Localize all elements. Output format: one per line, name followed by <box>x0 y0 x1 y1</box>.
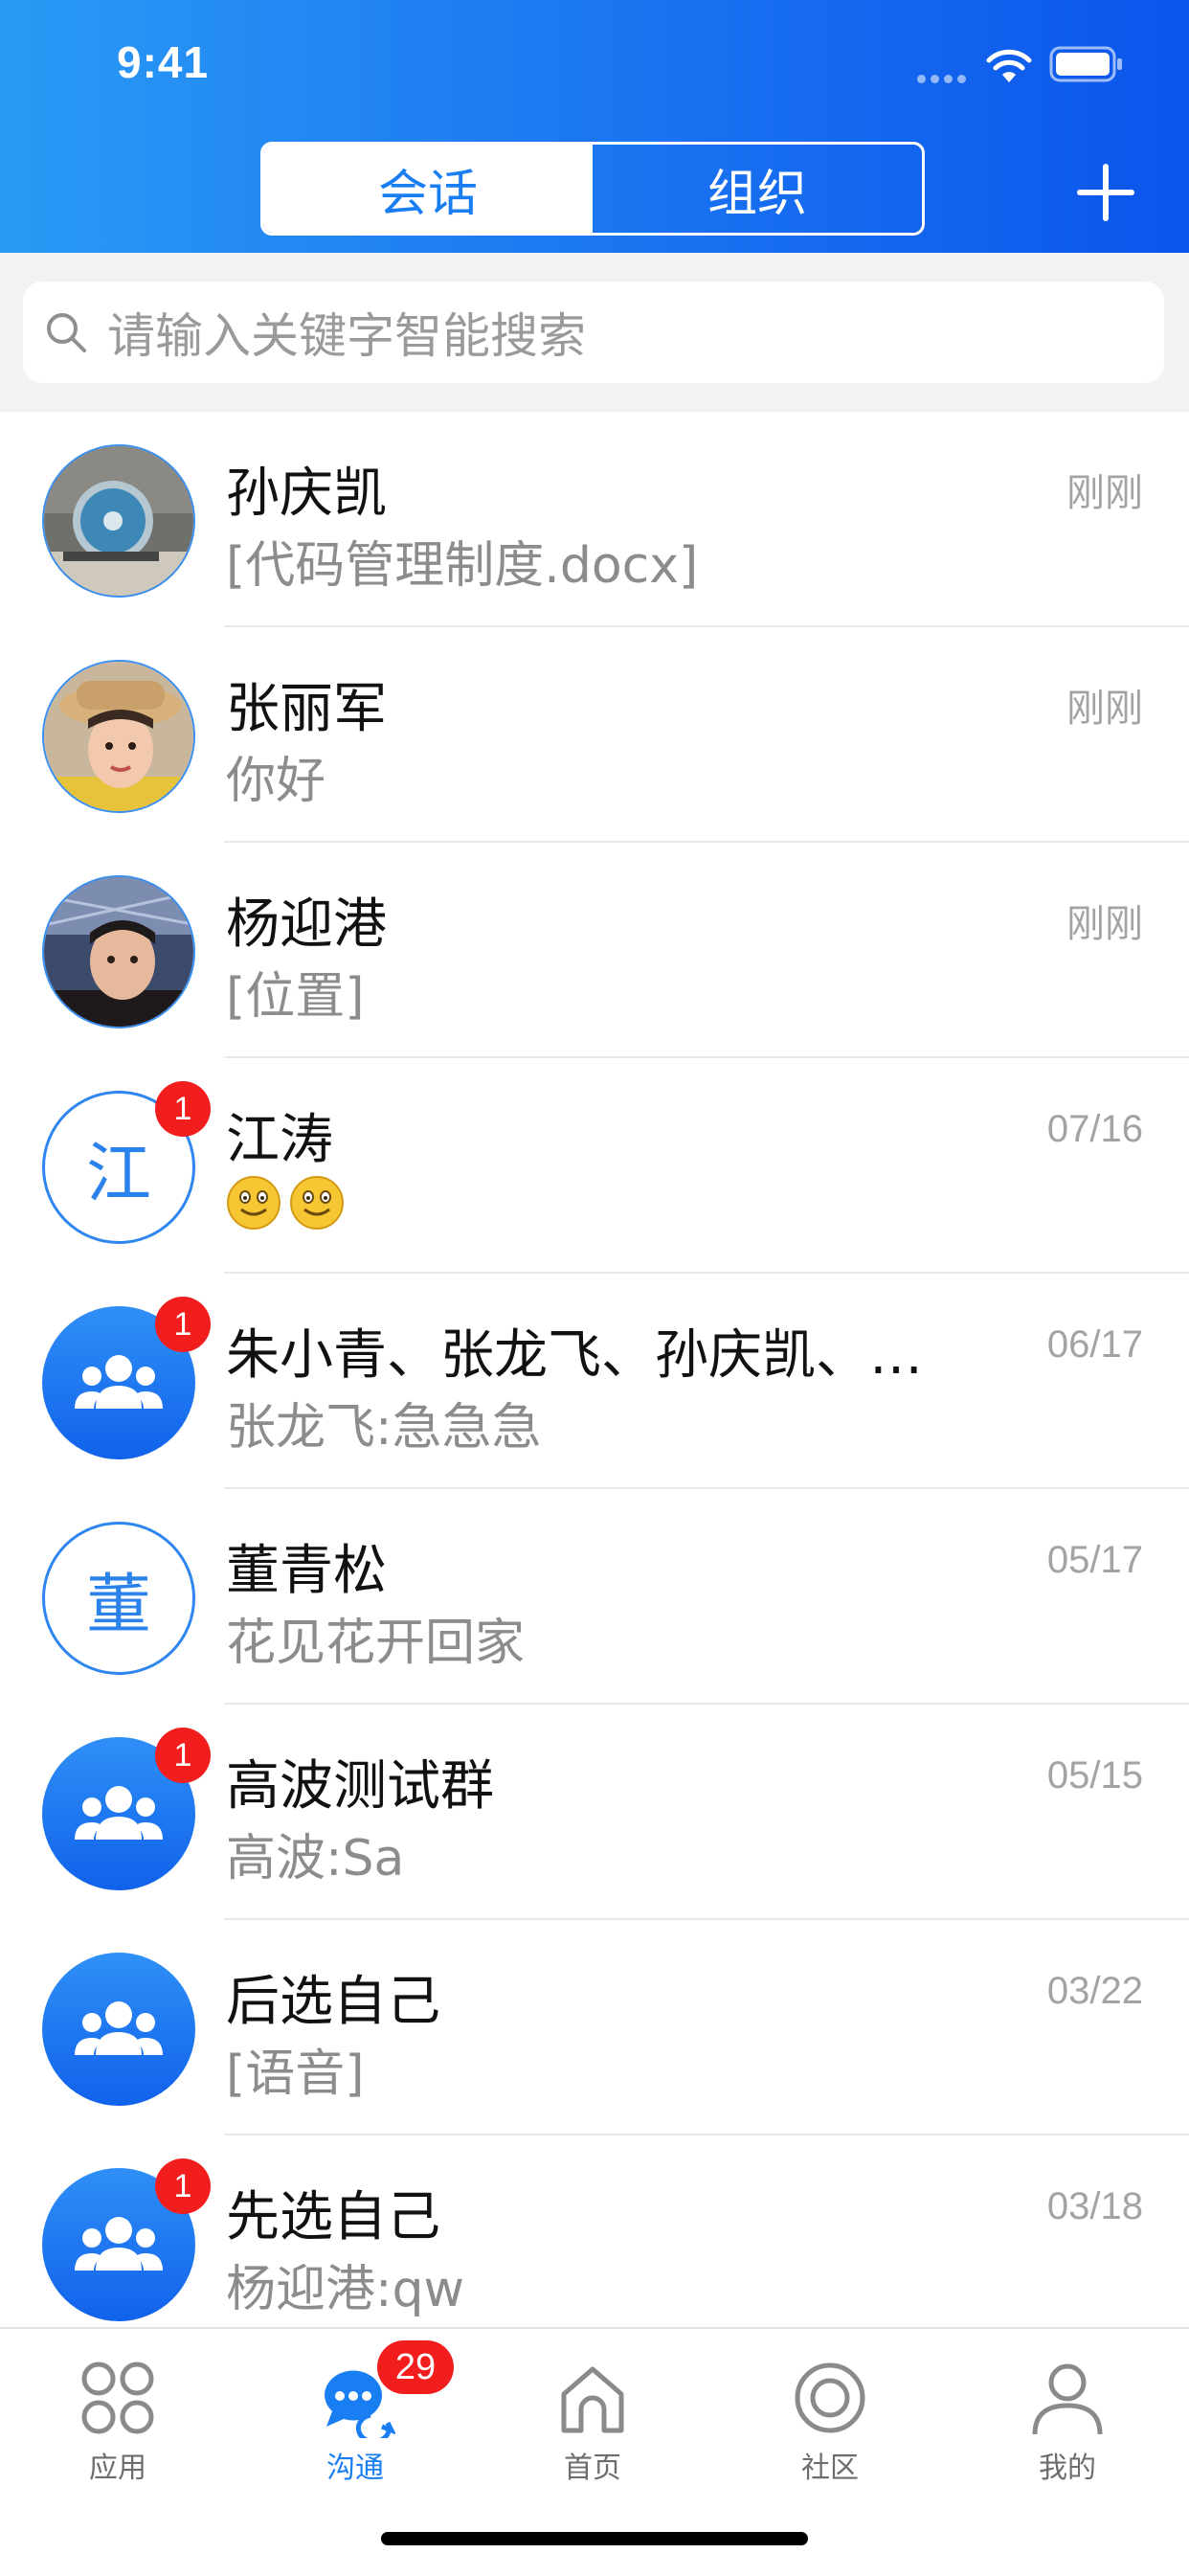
home-indicator <box>381 2532 808 2545</box>
search-input[interactable]: 请输入关键字智能搜索 <box>23 282 1164 383</box>
list-item[interactable]: 张丽军 你好 刚刚 <box>0 627 1189 843</box>
home-icon <box>561 2366 624 2433</box>
conversation-preview: 花见花开回家 <box>226 1615 526 1672</box>
apps-icon <box>81 2361 154 2434</box>
list-item[interactable]: 后选自己 [语音] 03/22 <box>0 1920 1189 2135</box>
avatar: 董 <box>42 1522 195 1675</box>
unread-badge: 1 <box>155 2158 211 2214</box>
conversation-name: 杨迎港 <box>226 893 387 956</box>
conversation-preview <box>226 1171 352 1231</box>
tab-label: 沟通 <box>326 2452 384 2485</box>
conversation-time: 03/22 <box>1046 1970 1143 2012</box>
unread-count-badge: 29 <box>377 2340 454 2394</box>
list-item[interactable]: 杨迎港 [位置] 刚刚 <box>0 843 1189 1058</box>
conversation-time: 05/17 <box>1046 1539 1143 1581</box>
segmented-control: 会话 组织 <box>260 142 925 236</box>
community-icon <box>795 2362 865 2433</box>
conversation-time: 03/18 <box>1046 2185 1143 2227</box>
tab-label: 应用 <box>89 2452 146 2485</box>
tab-community[interactable]: 社区 <box>753 2358 907 2486</box>
search-placeholder: 请输入关键字智能搜索 <box>107 308 586 364</box>
group-avatar-icon <box>42 1953 195 2106</box>
unread-badge: 1 <box>155 1081 211 1137</box>
search-area: 请输入关键字智能搜索 <box>0 253 1189 412</box>
conversation-preview: 你好 <box>226 753 326 810</box>
conversation-time: 刚刚 <box>1066 688 1143 730</box>
search-icon <box>47 313 86 352</box>
list-item[interactable]: 董 董青松 花见花开回家 05/17 <box>0 1489 1189 1705</box>
list-item[interactable]: 孙庆凯 [代码管理制度.docx] 刚刚 <box>0 412 1189 627</box>
conversation-time: 06/17 <box>1046 1323 1143 1366</box>
battery-icon <box>1049 46 1122 82</box>
list-item[interactable]: 1 高波测试群 高波:Sa 05/15 <box>0 1705 1189 1920</box>
conversation-name: 后选自己 <box>226 1971 440 2033</box>
conversation-time: 05/15 <box>1046 1754 1143 1796</box>
conversation-preview: 杨迎港:qw <box>226 2261 465 2318</box>
tab-conversations[interactable]: 会话 <box>263 145 593 233</box>
tab-organization[interactable]: 组织 <box>593 145 922 233</box>
avatar <box>42 660 195 813</box>
profile-icon <box>1032 2363 1103 2435</box>
avatar <box>42 444 195 598</box>
list-item[interactable]: 1 朱小青、张龙飞、孙庆凯、… 张龙飞:急急急 06/17 <box>0 1274 1189 1489</box>
wifi-icon <box>986 49 1032 82</box>
conversation-name: 江涛 <box>226 1109 333 1171</box>
conversation-preview: 高波:Sa <box>226 1830 405 1887</box>
list-item[interactable]: 江 1 江涛 07/16 <box>0 1058 1189 1274</box>
avatar <box>42 875 195 1028</box>
signal-icon <box>917 69 973 83</box>
status-time: 9:41 <box>117 37 210 87</box>
conversation-preview: [位置] <box>226 968 365 1026</box>
tab-label: 我的 <box>1039 2452 1096 2485</box>
conversation-name: 先选自己 <box>226 2186 440 2248</box>
conversation-time: 刚刚 <box>1066 472 1143 514</box>
tab-home[interactable]: 首页 <box>516 2358 669 2486</box>
plus-icon[interactable] <box>1072 159 1139 226</box>
tab-apps[interactable]: 应用 <box>41 2358 194 2486</box>
conversation-name: 张丽军 <box>226 678 387 740</box>
conversation-time: 刚刚 <box>1066 903 1143 945</box>
conversation-name: 朱小青、张龙飞、孙庆凯、… <box>226 1324 923 1387</box>
conversation-preview: [语音] <box>226 2045 365 2103</box>
unread-badge: 1 <box>155 1297 211 1352</box>
tab-profile[interactable]: 我的 <box>991 2358 1144 2486</box>
tab-label: 社区 <box>801 2452 859 2485</box>
smile-emoji-icon <box>290 1176 344 1230</box>
conversation-time: 07/16 <box>1046 1108 1143 1150</box>
list-item[interactable]: 1 先选自己 杨迎港:qw 03/18 <box>0 2135 1189 2351</box>
conversation-preview: [代码管理制度.docx] <box>226 537 699 595</box>
conversation-name: 董青松 <box>226 1540 387 1602</box>
conversation-list: 孙庆凯 [代码管理制度.docx] 刚刚 张丽军 你好 刚刚 杨迎港 [位置] … <box>0 412 1189 2351</box>
tab-label: 首页 <box>564 2452 621 2485</box>
conversation-preview: 张龙飞:急急急 <box>226 1399 542 1457</box>
unread-badge: 1 <box>155 1728 211 1783</box>
smile-emoji-icon <box>227 1176 280 1230</box>
conversation-name: 高波测试群 <box>226 1755 494 1818</box>
conversation-name: 孙庆凯 <box>226 463 387 525</box>
header: 9:41 会话 组织 <box>0 0 1189 253</box>
